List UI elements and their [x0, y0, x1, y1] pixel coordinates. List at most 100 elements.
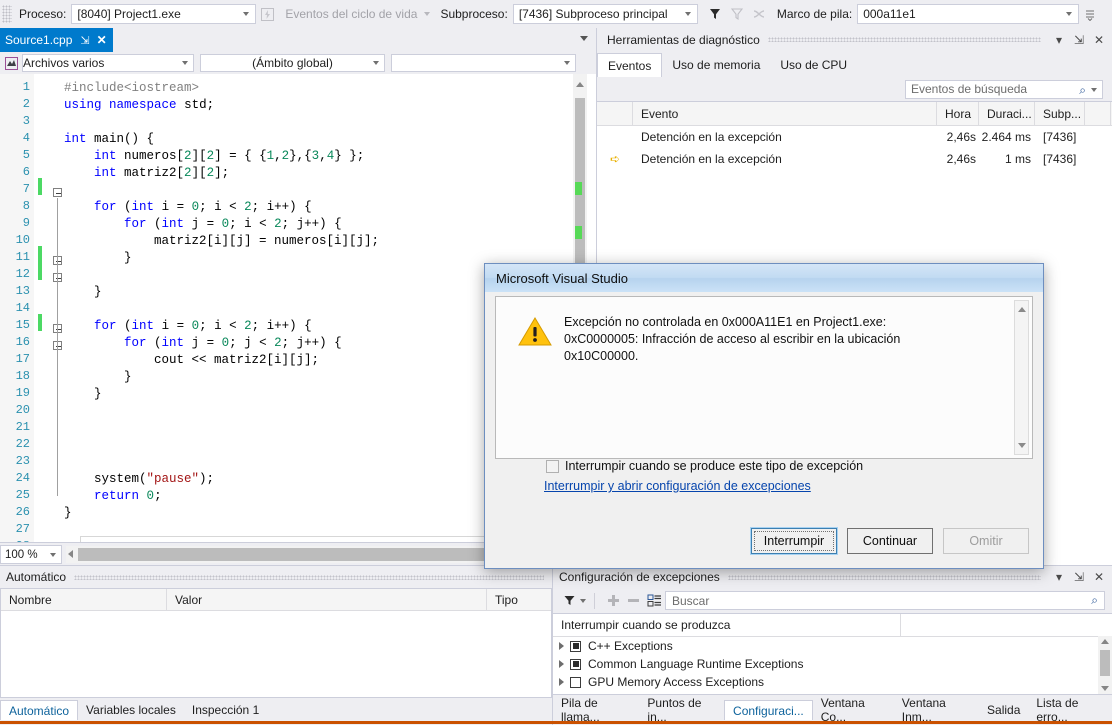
code-line[interactable]: } [64, 369, 132, 386]
autos-col-nombre[interactable]: Nombre [1, 589, 167, 610]
list-item[interactable]: GPU Memory Access Exceptions [553, 673, 1112, 691]
checkbox[interactable] [570, 676, 581, 688]
chevron-down-icon[interactable] [1091, 87, 1097, 92]
autos-col-tipo[interactable]: Tipo [487, 589, 551, 610]
scroll-up-icon[interactable] [1018, 307, 1026, 312]
header-drag-dots[interactable] [767, 37, 1041, 42]
restore-defaults-icon[interactable] [643, 592, 665, 610]
pin-icon[interactable]: ⇲ [1069, 567, 1089, 587]
code-line[interactable]: for (int j = 0; i < 2; j++) { [64, 216, 342, 233]
events-col-evento[interactable]: Evento [633, 102, 937, 125]
add-exception-icon[interactable] [603, 592, 623, 610]
search-icon[interactable]: ⌕ [1091, 593, 1098, 608]
checkbox[interactable] [546, 459, 559, 473]
code-line[interactable]: int main() { [64, 131, 154, 148]
list-item[interactable]: Common Language Runtime Exceptions [553, 655, 1112, 673]
events-col-subproceso[interactable]: Subp... [1035, 102, 1085, 125]
events-search-input[interactable]: Eventos de búsqueda ⌕ [905, 79, 1103, 99]
exception-list[interactable]: Interrumpir cuando se produzca C++ Excep… [553, 613, 1112, 695]
tab-ventana-comandos[interactable]: Ventana Co... [813, 696, 894, 724]
document-tab-source1[interactable]: Source1.cpp ⇲ ✕ [0, 28, 113, 52]
code-line[interactable]: for (int i = 0; i < 2; i++) { [64, 199, 312, 216]
tab-puntos-de-interrupcion[interactable]: Puntos de in... [639, 696, 724, 724]
tab-pila-de-llamadas[interactable]: Pila de llama... [553, 696, 639, 724]
scope-dropdown-files[interactable]: Archivos varios [22, 54, 194, 72]
process-dropdown[interactable]: [8040] Project1.exe [71, 4, 257, 24]
tab-lista-de-errores[interactable]: Lista de erro... [1028, 696, 1112, 724]
exception-list-scrollbar[interactable] [1098, 636, 1112, 694]
toolbar-grip[interactable] [2, 5, 12, 23]
scroll-up-icon[interactable] [1101, 639, 1109, 644]
pin-icon[interactable]: ⇲ [1069, 30, 1089, 50]
list-item[interactable]: C++ Exceptions [553, 637, 1112, 655]
checkbox[interactable] [570, 640, 581, 652]
events-col-duracion[interactable]: Duraci... [979, 102, 1035, 125]
tab-uso-de-cpu[interactable]: Uso de CPU [770, 52, 857, 77]
filter-icon[interactable] [559, 592, 579, 610]
events-col-hora[interactable]: Hora [937, 102, 979, 125]
code-line[interactable]: matriz2[i][j] = numeros[i][j]; [64, 233, 379, 250]
pane-menu-chevron-down-icon[interactable]: ▾ [1049, 30, 1069, 50]
tab-salida[interactable]: Salida [979, 700, 1028, 720]
table-row[interactable]: ➪ Detención en la excepción 2,46s 1 ms [… [597, 148, 1112, 170]
exception-col-extra[interactable] [901, 614, 1099, 636]
expand-chevron-right-icon[interactable] [559, 678, 564, 686]
code-line[interactable]: using namespace std; [64, 97, 214, 114]
scroll-up-icon[interactable] [576, 82, 584, 87]
close-icon[interactable]: ✕ [1089, 30, 1109, 50]
tab-inspeccion-1[interactable]: Inspección 1 [184, 700, 267, 720]
scrollbar-thumb[interactable] [1100, 650, 1110, 676]
tab-ventana-inmediato[interactable]: Ventana Inm... [894, 696, 979, 724]
code-line[interactable]: } [64, 250, 132, 267]
thread-dropdown[interactable]: [7436] Subproceso principal [512, 4, 698, 24]
table-row[interactable]: Detención en la excepción 2,46s 2.464 ms… [597, 126, 1112, 148]
code-line[interactable]: } [64, 386, 102, 403]
code-line[interactable]: #include<iostream> [64, 80, 199, 97]
close-icon[interactable]: ✕ [97, 33, 107, 47]
checkbox[interactable] [570, 658, 581, 670]
tab-automatico[interactable]: Automático [0, 700, 79, 720]
header-drag-dots[interactable] [74, 574, 544, 580]
scroll-down-icon[interactable] [1018, 443, 1026, 448]
filter-chevron-down-icon[interactable] [580, 598, 586, 603]
search-icon[interactable]: ⌕ [1079, 83, 1086, 98]
code-line[interactable]: } [64, 505, 72, 522]
expand-chevron-right-icon[interactable] [559, 660, 564, 668]
scroll-left-icon[interactable] [68, 550, 73, 558]
remove-exception-icon[interactable] [623, 592, 643, 610]
pane-menu-chevron-down-icon[interactable]: ▾ [1049, 567, 1069, 587]
code-line[interactable]: int matriz2[2][2]; [64, 165, 229, 182]
autos-grid[interactable]: Nombre Valor Tipo [0, 588, 552, 698]
code-line[interactable]: return 0; [64, 488, 162, 505]
pin-icon[interactable]: ⇲ [80, 34, 89, 47]
scope-dropdown-member[interactable] [391, 54, 576, 72]
code-line[interactable]: int numeros[2][2] = { {1,2},{3,4} }; [64, 148, 364, 165]
code-line[interactable]: system("pause"); [64, 471, 214, 488]
code-line[interactable]: cout << matriz2[i][j]; [64, 352, 319, 369]
scope-dropdown-global[interactable]: (Ámbito global) [200, 54, 385, 72]
exception-search-input[interactable]: Buscar ⌕ [665, 591, 1105, 610]
code-line[interactable]: for (int i = 0; i < 2; i++) { [64, 318, 312, 335]
open-exception-settings-link[interactable]: Interrumpir y abrir configuración de exc… [544, 479, 811, 493]
break-on-exception-checkbox-row[interactable]: Interrumpir cuando se produce este tipo … [546, 459, 863, 473]
scroll-down-icon[interactable] [1101, 686, 1109, 691]
tab-overflow-chevron-down-icon[interactable] [580, 36, 588, 41]
filter-icon[interactable] [706, 5, 724, 23]
zoom-level-dropdown[interactable]: 100 % [0, 545, 62, 564]
tab-variables-locales[interactable]: Variables locales [78, 700, 184, 720]
autos-col-valor[interactable]: Valor [167, 589, 487, 610]
close-icon[interactable]: ✕ [1089, 567, 1109, 587]
exception-col-break-when[interactable]: Interrumpir cuando se produzca [553, 614, 901, 636]
fold-toggle[interactable] [53, 188, 62, 197]
interrumpir-button[interactable]: Interrumpir [750, 527, 838, 555]
toolbar-overflow-icon[interactable] [1081, 5, 1099, 23]
code-line[interactable]: } [64, 284, 102, 301]
code-line[interactable]: for (int j = 0; j < 2; j++) { [64, 335, 342, 352]
tab-eventos[interactable]: Eventos [597, 53, 663, 78]
header-drag-dots[interactable] [727, 574, 1041, 580]
continuar-button[interactable]: Continuar [847, 528, 933, 554]
expand-chevron-right-icon[interactable] [559, 642, 564, 650]
tab-configuracion-de-excepciones[interactable]: Configuraci... [724, 700, 813, 720]
tab-uso-de-memoria[interactable]: Uso de memoria [662, 52, 770, 77]
stack-frame-dropdown[interactable]: 000a11e1 [857, 4, 1080, 24]
